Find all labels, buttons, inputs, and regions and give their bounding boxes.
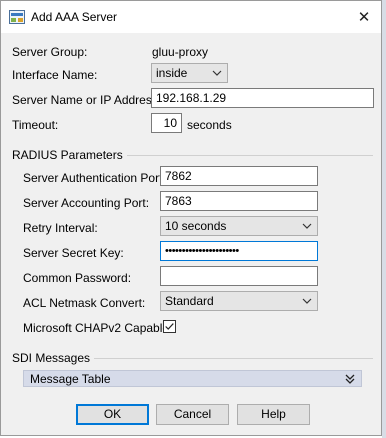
double-chevron-down-icon[interactable] xyxy=(345,373,355,385)
acct-port-input[interactable]: 7863 xyxy=(160,191,318,211)
message-table-header[interactable]: Message Table xyxy=(23,370,362,387)
common-password-input[interactable] xyxy=(160,266,318,286)
interface-name-label: Interface Name: xyxy=(12,68,98,82)
secret-key-label: Server Secret Key: xyxy=(23,246,124,260)
acl-netmask-label: ACL Netmask Convert: xyxy=(23,296,146,310)
retry-interval-label: Retry Interval: xyxy=(23,221,98,235)
retry-interval-value: 10 seconds xyxy=(165,219,227,233)
close-button[interactable]: ✕ xyxy=(347,1,381,33)
chevron-down-icon xyxy=(212,70,222,76)
timeout-label: Timeout: xyxy=(12,118,59,132)
title-bar[interactable]: Add AAA Server ✕ xyxy=(1,1,381,33)
acl-netmask-select[interactable]: Standard xyxy=(160,291,318,311)
chapv2-label: Microsoft CHAPv2 Capable: xyxy=(23,321,173,335)
radius-divider xyxy=(109,155,373,156)
cancel-button[interactable]: Cancel xyxy=(156,404,229,425)
sdi-messages-heading: SDI Messages xyxy=(12,351,95,365)
auth-port-input[interactable]: 7862 xyxy=(160,166,318,186)
checkmark-icon xyxy=(165,323,174,330)
interface-name-select[interactable]: inside xyxy=(151,63,228,83)
interface-name-value: inside xyxy=(156,66,188,80)
message-table-label: Message Table xyxy=(30,372,111,386)
chapv2-checkbox[interactable] xyxy=(163,320,176,333)
timeout-input[interactable]: 10 xyxy=(151,113,182,133)
radius-parameters-heading: RADIUS Parameters xyxy=(12,148,127,162)
timeout-unit: seconds xyxy=(187,118,232,132)
window-title: Add AAA Server xyxy=(31,10,118,24)
acct-port-label: Server Accounting Port: xyxy=(23,196,150,210)
auth-port-label: Server Authentication Port: xyxy=(23,171,166,185)
acl-netmask-value: Standard xyxy=(165,294,214,308)
add-aaa-server-dialog: Add AAA Server ✕ Server Group: gluu-prox… xyxy=(0,0,382,436)
ok-button[interactable]: OK xyxy=(76,404,149,425)
help-button[interactable]: Help xyxy=(237,404,310,425)
retry-interval-select[interactable]: 10 seconds xyxy=(160,216,318,236)
chevron-down-icon xyxy=(302,298,312,304)
sdi-divider xyxy=(87,358,373,359)
server-name-label: Server Name or IP Address: xyxy=(12,93,162,107)
server-group-value: gluu-proxy xyxy=(152,45,209,59)
server-group-label: Server Group: xyxy=(12,45,88,59)
close-icon: ✕ xyxy=(357,9,371,26)
chevron-down-icon xyxy=(302,223,312,229)
server-name-input[interactable]: 192.168.1.29 xyxy=(151,88,374,108)
secret-key-input[interactable]: •••••••••••••••••••••• xyxy=(160,241,318,261)
common-password-label: Common Password: xyxy=(23,271,132,285)
background-window-edge xyxy=(382,0,386,438)
app-icon xyxy=(9,10,25,24)
